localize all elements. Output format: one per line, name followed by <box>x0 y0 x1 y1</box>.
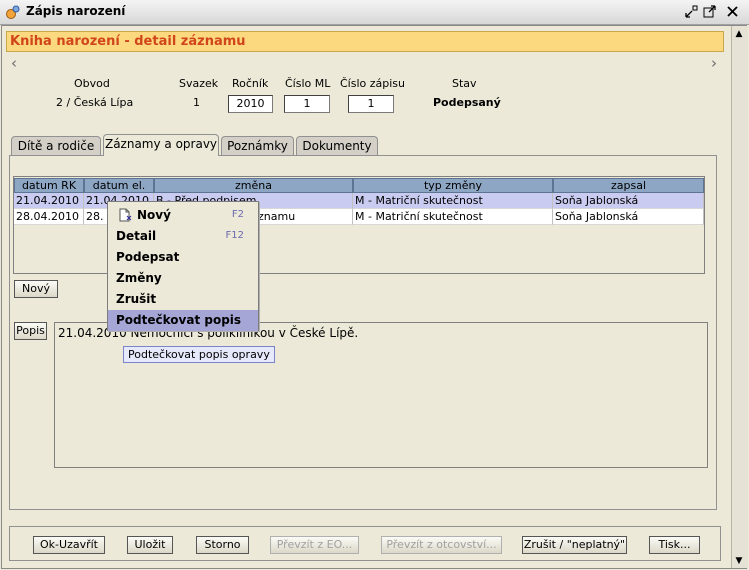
tab-poznamky[interactable]: Poznámky <box>221 136 294 156</box>
scroll-up-icon[interactable]: ▲ <box>733 28 745 40</box>
cislo-ml-field[interactable]: 1 <box>284 95 330 113</box>
column-header-typ-zmeny[interactable]: typ změny <box>353 178 553 193</box>
column-header-zmena[interactable]: změna <box>154 178 353 193</box>
table-cell: 21.04.2010 <box>14 193 84 209</box>
previous-record-icon[interactable]: ‹ <box>11 54 17 72</box>
obvod-value: 2 / Česká Lípa <box>56 96 134 109</box>
menu-item-zrusit[interactable]: Zrušit <box>108 289 258 310</box>
stav-label: Stav <box>452 77 477 90</box>
next-record-icon[interactable]: › <box>711 54 717 72</box>
ok-close-button[interactable]: Ok-Uzavřít <box>33 536 105 554</box>
menu-item-detail[interactable]: Detail F12 <box>108 226 258 247</box>
menu-item-podepsat[interactable]: Podepsat <box>108 247 258 268</box>
import-from-paternity-button[interactable]: Převzít z otcovství... <box>381 536 502 554</box>
obvod-label: Obvod <box>74 77 110 90</box>
tab-zaznamy-a-opravy[interactable]: Záznamy a opravy <box>103 134 219 156</box>
app-icon <box>6 5 20 19</box>
new-record-button[interactable]: Nový <box>14 280 58 298</box>
column-header-datum-el[interactable]: datum el. <box>84 178 154 193</box>
menu-item-novy[interactable]: Nový F2 <box>108 205 258 226</box>
rocnik-field[interactable]: 2010 <box>228 95 273 113</box>
tooltip: Podtečkovat popis opravy <box>123 346 275 363</box>
minimize-icon[interactable] <box>684 4 699 19</box>
cislo-ml-label: Číslo ML <box>285 77 331 90</box>
menu-item-zmeny[interactable]: Změny <box>108 268 258 289</box>
table-cell: M - Matriční skutečnost <box>353 193 553 209</box>
cancel-button[interactable]: Storno <box>196 536 249 554</box>
table-cell: 28.04.2010 <box>14 209 84 225</box>
context-menu: Nový F2 Detail F12 Podepsat Změny Zrušit… <box>107 201 259 331</box>
popis-button[interactable]: Popis <box>14 322 47 340</box>
cislo-zapisu-field[interactable]: 1 <box>348 95 394 113</box>
vertical-scrollbar[interactable] <box>731 26 748 568</box>
menu-item-label: Změny <box>116 271 162 285</box>
import-from-eo-button[interactable]: Převzít z EO... <box>270 536 359 554</box>
cislo-zapisu-label: Číslo zápisu <box>340 77 406 90</box>
close-icon[interactable] <box>725 4 740 19</box>
stav-value: Podepsaný <box>433 96 501 109</box>
table-cell: Soňa Jablonská <box>553 209 704 225</box>
menu-item-label: Zrušit <box>116 292 157 306</box>
menu-item-label: Detail <box>116 229 157 243</box>
menu-item-label: Podepsat <box>116 250 180 264</box>
svazek-value: 1 <box>193 96 200 109</box>
tab-dite-a-rodice[interactable]: Dítě a rodiče <box>11 136 101 156</box>
column-header-zapsal[interactable]: zapsal <box>553 178 704 193</box>
menu-item-shortcut: F12 <box>225 230 244 241</box>
new-document-icon <box>119 208 132 222</box>
menu-item-label: Nový <box>137 208 171 222</box>
window-title: Zápis narození <box>26 4 126 18</box>
print-button[interactable]: Tisk... <box>649 536 700 554</box>
table-cell: M - Matriční skutečnost <box>353 209 553 225</box>
table-cell: Soňa Jablonská <box>553 193 704 209</box>
menu-item-podteckovat-popis[interactable]: Podtečkovat popis <box>108 310 258 331</box>
page-title: Kniha narození - detail záznamu <box>10 34 246 49</box>
svazek-label: Svazek <box>179 77 219 90</box>
save-button[interactable]: Uložit <box>127 536 173 554</box>
scroll-down-icon[interactable]: ▼ <box>733 555 745 567</box>
rocnik-label: Ročník <box>232 77 269 90</box>
menu-item-label: Podtečkovat popis <box>116 313 242 327</box>
menu-item-shortcut: F2 <box>231 209 244 220</box>
tab-dokumenty[interactable]: Dokumenty <box>296 136 378 156</box>
popis-textarea[interactable] <box>54 322 708 468</box>
void-button[interactable]: Zrušit / "neplatný" <box>522 536 627 554</box>
column-header-datum-rk[interactable]: datum RK <box>14 178 84 193</box>
maximize-icon[interactable] <box>702 4 717 19</box>
